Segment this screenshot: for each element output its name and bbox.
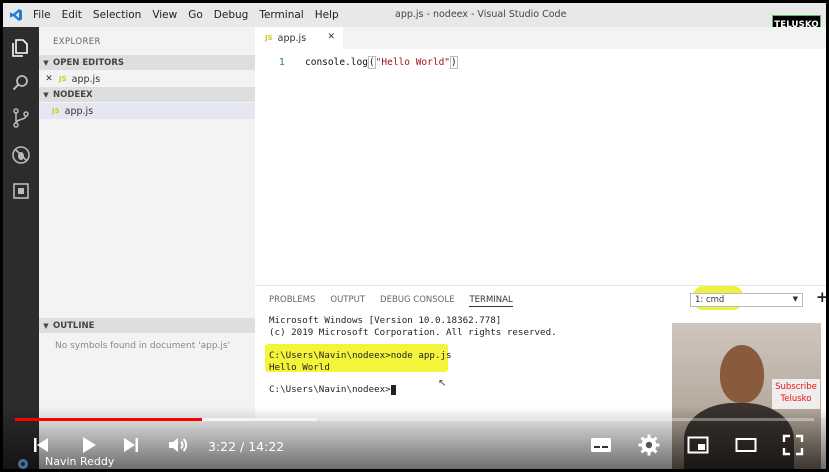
terminal-prompt-line[interactable]: C:\Users\Navin\nodeex> [269,384,396,395]
channel-name[interactable]: Navin Reddy [45,455,114,468]
tab-terminal[interactable]: TERMINAL [469,295,513,307]
source-control-icon[interactable] [10,107,32,129]
menu-file[interactable]: File [33,9,51,21]
menu-go[interactable]: Go [188,9,203,21]
menu-edit[interactable]: Edit [62,9,82,21]
theater-mode-icon[interactable] [734,433,758,457]
progress-played [15,418,202,421]
next-icon[interactable] [119,433,143,457]
menu-help[interactable]: Help [315,9,339,21]
close-tab-icon[interactable]: ✕ [327,32,335,42]
search-icon[interactable] [10,72,32,94]
tab-debug-console[interactable]: DEBUG CONSOLE [380,295,454,307]
explorer-title: EXPLORER [53,37,101,47]
open-editors-label: OPEN EDITORS [53,57,125,68]
menu-view[interactable]: View [152,9,177,21]
code-string: "Hello World" [375,57,451,68]
window-title: app.js - nodeex - Visual Studio Code [395,9,567,20]
outline-empty-message: No symbols found in document 'app.js' [55,341,231,351]
play-icon[interactable] [76,433,100,457]
menu-bar: File Edit Selection View Go Debug Termin… [33,3,350,27]
subtitles-icon[interactable] [589,433,613,457]
tab-app-js[interactable]: JS app.js ✕ [255,27,343,49]
code-line: console.log("Hello World") [305,56,458,69]
outline-header[interactable]: ▼ OUTLINE [39,318,255,333]
chevron-down-icon: ▼ [43,321,49,330]
previous-icon[interactable] [29,433,53,457]
channel-gear-icon [18,459,28,469]
menu-terminal[interactable]: Terminal [259,9,303,21]
settings-icon[interactable] [637,433,661,457]
mouse-pointer-icon: ↖ [438,378,447,389]
file-item-app-js[interactable]: JS app.js [39,103,255,119]
time-display: 3:22 / 14:22 [208,439,285,454]
chevron-down-icon: ▼ [43,90,49,99]
vscode-logo-icon [10,9,22,21]
menu-debug[interactable]: Debug [214,9,249,21]
js-file-icon: JS [265,34,273,42]
close-icon[interactable]: ✕ [39,74,59,84]
volume-icon[interactable] [166,433,190,457]
tab-output[interactable]: OUTPUT [330,295,365,307]
js-file-icon: JS [52,107,60,115]
terminal-cursor [390,384,396,395]
outline-label: OUTLINE [53,320,95,331]
title-bar: File Edit Selection View Go Debug Termin… [3,3,826,27]
terminal-prompt: C:\Users\Navin\nodeex> [269,384,391,395]
terminal-select-value: 1: cmd [695,295,725,305]
menu-selection[interactable]: Selection [93,9,141,21]
activity-bar [3,27,39,469]
explorer-icon[interactable] [10,37,32,59]
file-name: app.js [64,105,94,117]
subscribe-label[interactable]: Subscribe Telusko [772,379,820,409]
chevron-down-icon: ▼ [43,58,49,67]
terminal-line: Hello World [269,362,330,373]
panel-tabs: PROBLEMS OUTPUT DEBUG CONSOLE TERMINAL [269,295,528,307]
video-frame: File Edit Selection View Go Debug Termin… [3,3,826,469]
presenter-head [720,345,764,403]
fullscreen-icon[interactable] [781,433,805,457]
terminal-line: (c) 2019 Microsoft Corporation. All righ… [269,327,557,338]
terminal-select[interactable]: 1: cmd ▼ [690,293,803,307]
terminal-line: Microsoft Windows [Version 10.0.18362.77… [269,315,502,326]
code-function: console.log [305,57,368,68]
project-folder-label: NODEEX [53,89,93,100]
new-terminal-icon[interactable]: + [816,288,826,306]
project-folder-header[interactable]: ▼ NODEEX [39,87,255,102]
js-file-icon: JS [59,75,67,83]
explorer-sidebar: EXPLORER ▼ OPEN EDITORS ✕ JS app.js ▼ NO… [39,27,255,417]
editor-tab-bar: JS app.js ✕ [255,27,826,49]
miniplayer-icon[interactable] [686,433,710,457]
chevron-down-icon: ▼ [792,295,798,303]
tab-problems[interactable]: PROBLEMS [269,295,315,307]
open-editor-filename: app.js [71,73,101,85]
extensions-icon[interactable] [10,180,32,202]
debug-icon[interactable] [10,144,32,166]
open-editor-item[interactable]: ✕ JS app.js [39,71,255,87]
tab-label: app.js [277,32,307,44]
code-editor[interactable]: 1 console.log("Hello World") [255,49,826,285]
line-number: 1 [279,57,285,68]
terminal-line: C:\Users\Navin\nodeex>node app.js [269,350,452,361]
open-editors-header[interactable]: ▼ OPEN EDITORS [39,55,255,70]
